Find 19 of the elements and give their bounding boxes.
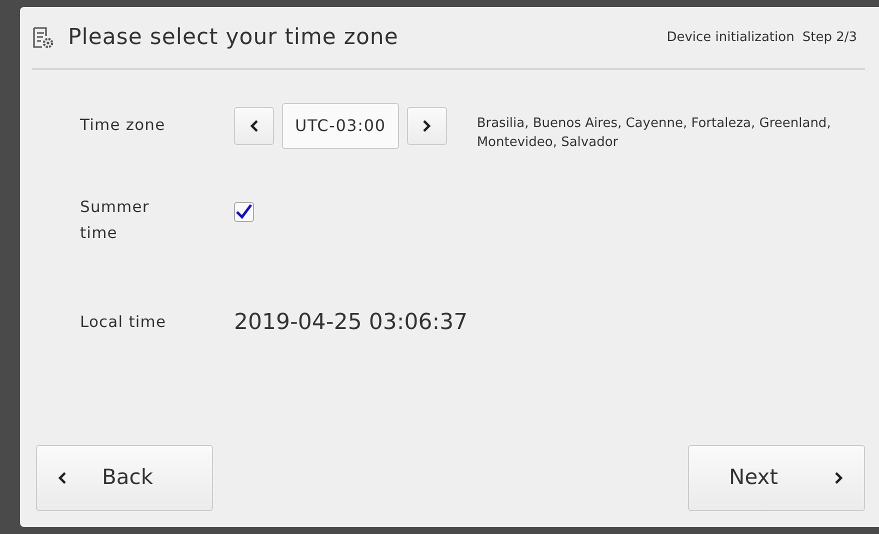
chevron-left-icon xyxy=(57,471,68,485)
chevron-right-icon xyxy=(421,119,432,133)
city-list: Brasilia, Buenos Aires, Cayenne, Fortaleza, Greenland, Montevideo, Salvador xyxy=(476,114,837,152)
next-zone-button[interactable] xyxy=(406,107,447,145)
local-time-value: 2019-04-25 03:06:37 xyxy=(234,309,468,337)
next-button[interactable]: Next xyxy=(688,445,865,511)
chevron-left-icon xyxy=(248,119,260,133)
page-title: Please select your time zone xyxy=(68,24,398,52)
settings-document-icon xyxy=(32,26,54,50)
previous-button[interactable] xyxy=(234,107,274,145)
field-label: Local time xyxy=(79,312,168,333)
field-label: Summer time xyxy=(79,197,150,244)
field-label: Time zone xyxy=(79,115,166,136)
back-button[interactable]: Back xyxy=(36,445,213,511)
context-label: Device initialization xyxy=(666,28,794,47)
chevron-right-icon xyxy=(833,471,844,485)
step-indicator: Step 2/3 xyxy=(802,28,857,47)
summer-time-checkbox[interactable] xyxy=(234,202,254,222)
time-zone-value: UTC-03:00 xyxy=(282,103,399,149)
